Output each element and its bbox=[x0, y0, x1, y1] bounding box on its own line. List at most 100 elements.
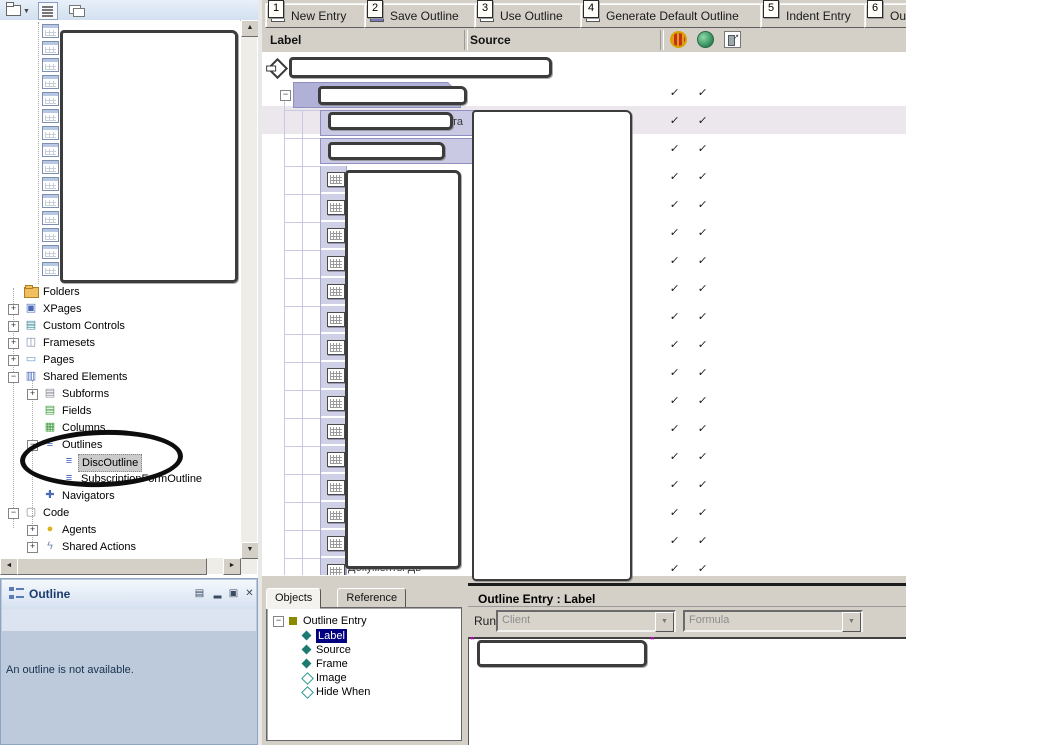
sidebar-item-navigators[interactable]: ✚Navigators bbox=[0, 488, 238, 504]
view-icon bbox=[42, 126, 59, 140]
objects-item-frame[interactable]: Frame bbox=[273, 657, 453, 671]
objects-item-hide-when[interactable]: Hide When bbox=[273, 685, 453, 699]
sidebar-item-framesets[interactable]: +◫Framesets bbox=[0, 335, 238, 351]
annotation-badge-2: 2 bbox=[367, 0, 383, 18]
view-icon bbox=[42, 41, 59, 55]
view-entry-icon bbox=[327, 508, 345, 523]
redaction-box-entry-3 bbox=[328, 142, 445, 160]
tab-objects[interactable]: Objects bbox=[266, 588, 321, 609]
expand-plus-icon[interactable]: + bbox=[8, 321, 19, 332]
notes-client-icon bbox=[670, 31, 687, 48]
tab-reference[interactable]: Reference bbox=[337, 588, 406, 609]
sidebar-item-folders[interactable]: Folders bbox=[0, 284, 238, 300]
client-checkmark: ✓ bbox=[669, 534, 680, 547]
diamond-icon bbox=[302, 645, 312, 655]
annotation-badge-3: 3 bbox=[477, 0, 493, 18]
folder-menu-icon[interactable]: ▼ bbox=[4, 2, 22, 17]
agents-icon: ● bbox=[43, 523, 57, 536]
sidebar-item-label: Navigators bbox=[59, 488, 118, 504]
outline-editor-toolbar: New Entry1Save Outline2Use Outline3Gener… bbox=[262, 0, 906, 28]
toolbar-button-generate-default-outline[interactable]: Generate Default Outline bbox=[580, 3, 767, 28]
web-checkmark: ✓ bbox=[697, 198, 708, 211]
expand-plus-icon[interactable]: + bbox=[27, 542, 38, 553]
close-icon[interactable]: ✕ bbox=[242, 586, 257, 601]
redaction-box-sidebar bbox=[60, 30, 238, 283]
sidebar-item-label: Fields bbox=[59, 403, 94, 419]
expand-plus-icon[interactable]: + bbox=[8, 338, 19, 349]
sidebar-item-custom-controls[interactable]: +▤Custom Controls bbox=[0, 318, 238, 334]
maximize-icon[interactable]: ▣ bbox=[226, 586, 241, 601]
run-language-dropdown[interactable]: Formula ▼ bbox=[683, 610, 863, 632]
sidebar-item-label: Custom Controls bbox=[40, 318, 128, 334]
sidebar-vertical-scrollbar[interactable]: ▲ ▼ bbox=[241, 20, 257, 574]
view-menu-icon[interactable]: ▤ bbox=[192, 586, 207, 601]
redaction-box-entry-1 bbox=[318, 86, 467, 105]
view-icon bbox=[42, 194, 59, 208]
chevron-down-icon[interactable]: ▼ bbox=[842, 612, 861, 632]
sidebar-item-pages[interactable]: +▭Pages bbox=[0, 352, 238, 368]
objects-tree-root[interactable]: −Outline Entry bbox=[273, 614, 453, 628]
minimize-icon[interactable]: ▂ bbox=[210, 586, 225, 601]
formula-close-quote: " bbox=[650, 636, 655, 647]
diamond-icon bbox=[302, 631, 312, 641]
columns-icon: ▦ bbox=[43, 421, 57, 434]
view-entry-icon bbox=[327, 172, 345, 187]
web-checkmark: ✓ bbox=[697, 506, 708, 519]
view-icon bbox=[42, 211, 59, 225]
subforms-icon: ▤ bbox=[43, 387, 57, 400]
web-checkmark: ✓ bbox=[697, 114, 708, 127]
sidebar-item-agents[interactable]: +●Agents bbox=[0, 522, 238, 538]
view-entry-icon bbox=[327, 228, 345, 243]
sidebar-item-fields[interactable]: ▤Fields bbox=[0, 403, 238, 419]
sidebar-item-label: Subforms bbox=[59, 386, 112, 402]
client-checkmark: ✓ bbox=[669, 366, 680, 379]
diamond-icon bbox=[301, 686, 314, 699]
view-icon bbox=[42, 58, 59, 72]
sidebar-item-xpages[interactable]: + ▣XPages bbox=[0, 301, 238, 317]
sidebar-item-shared-elements[interactable]: −▥Shared Elements bbox=[0, 369, 238, 385]
run-label: Run bbox=[474, 614, 496, 628]
collapse-minus-icon[interactable]: − bbox=[8, 508, 19, 519]
view-icon bbox=[42, 24, 59, 38]
sidebar-item-subforms[interactable]: + ▤Subforms bbox=[0, 386, 238, 402]
outline-view-titlebar: Outline ▤ ▂ ▣ ✕ bbox=[2, 580, 256, 610]
filter-list-icon[interactable] bbox=[38, 2, 56, 17]
sidebar-item-label: XPages bbox=[40, 301, 85, 317]
objects-item-source[interactable]: Source bbox=[273, 643, 453, 657]
web-checkmark: ✓ bbox=[697, 534, 708, 547]
run-target-value: Client bbox=[502, 614, 530, 626]
expand-plus-icon[interactable]: + bbox=[27, 525, 38, 536]
chevron-down-icon[interactable]: ▼ bbox=[655, 612, 674, 632]
run-target-dropdown[interactable]: Client ▼ bbox=[496, 610, 676, 632]
toolbar-button-label: Ou bbox=[890, 9, 906, 23]
diamond-icon bbox=[302, 659, 312, 669]
redaction-box-formula bbox=[477, 640, 647, 667]
xpages-icon: ▣ bbox=[24, 302, 38, 315]
view-icon bbox=[42, 75, 59, 89]
sidebar-horizontal-scrollbar[interactable]: ◄ ► bbox=[0, 558, 240, 574]
collapse-minus-icon[interactable]: − bbox=[280, 90, 291, 101]
objects-item-image[interactable]: Image bbox=[273, 671, 453, 685]
expand-plus-icon[interactable]: + bbox=[8, 304, 19, 315]
collapse-minus-icon[interactable]: − bbox=[8, 372, 19, 383]
view-entry-icon bbox=[327, 564, 345, 575]
tree-connector bbox=[38, 22, 39, 284]
expand-plus-icon[interactable]: + bbox=[8, 355, 19, 366]
cascade-windows-icon[interactable] bbox=[66, 2, 84, 17]
sidebar-item-code[interactable]: −▢Code bbox=[0, 505, 238, 521]
objects-item-label[interactable]: Label bbox=[273, 629, 453, 643]
web-checkmark: ✓ bbox=[697, 254, 708, 267]
outline-view-icon bbox=[9, 587, 24, 601]
column-divider bbox=[660, 30, 664, 50]
expand-plus-icon[interactable]: + bbox=[27, 389, 38, 400]
redaction-box-outline-name bbox=[289, 57, 552, 78]
web-checkmark: ✓ bbox=[697, 338, 708, 351]
objects-item-label: Label bbox=[316, 629, 347, 643]
annotation-badge-4: 4 bbox=[583, 0, 599, 18]
collapse-minus-icon[interactable]: − bbox=[273, 616, 284, 627]
client-checkmark: ✓ bbox=[669, 450, 680, 463]
toolbar-button-label: New Entry bbox=[291, 9, 346, 23]
client-checkmark: ✓ bbox=[669, 198, 680, 211]
web-checkmark: ✓ bbox=[697, 142, 708, 155]
sidebar-item-shared-actions[interactable]: +ϟShared Actions bbox=[0, 539, 238, 555]
